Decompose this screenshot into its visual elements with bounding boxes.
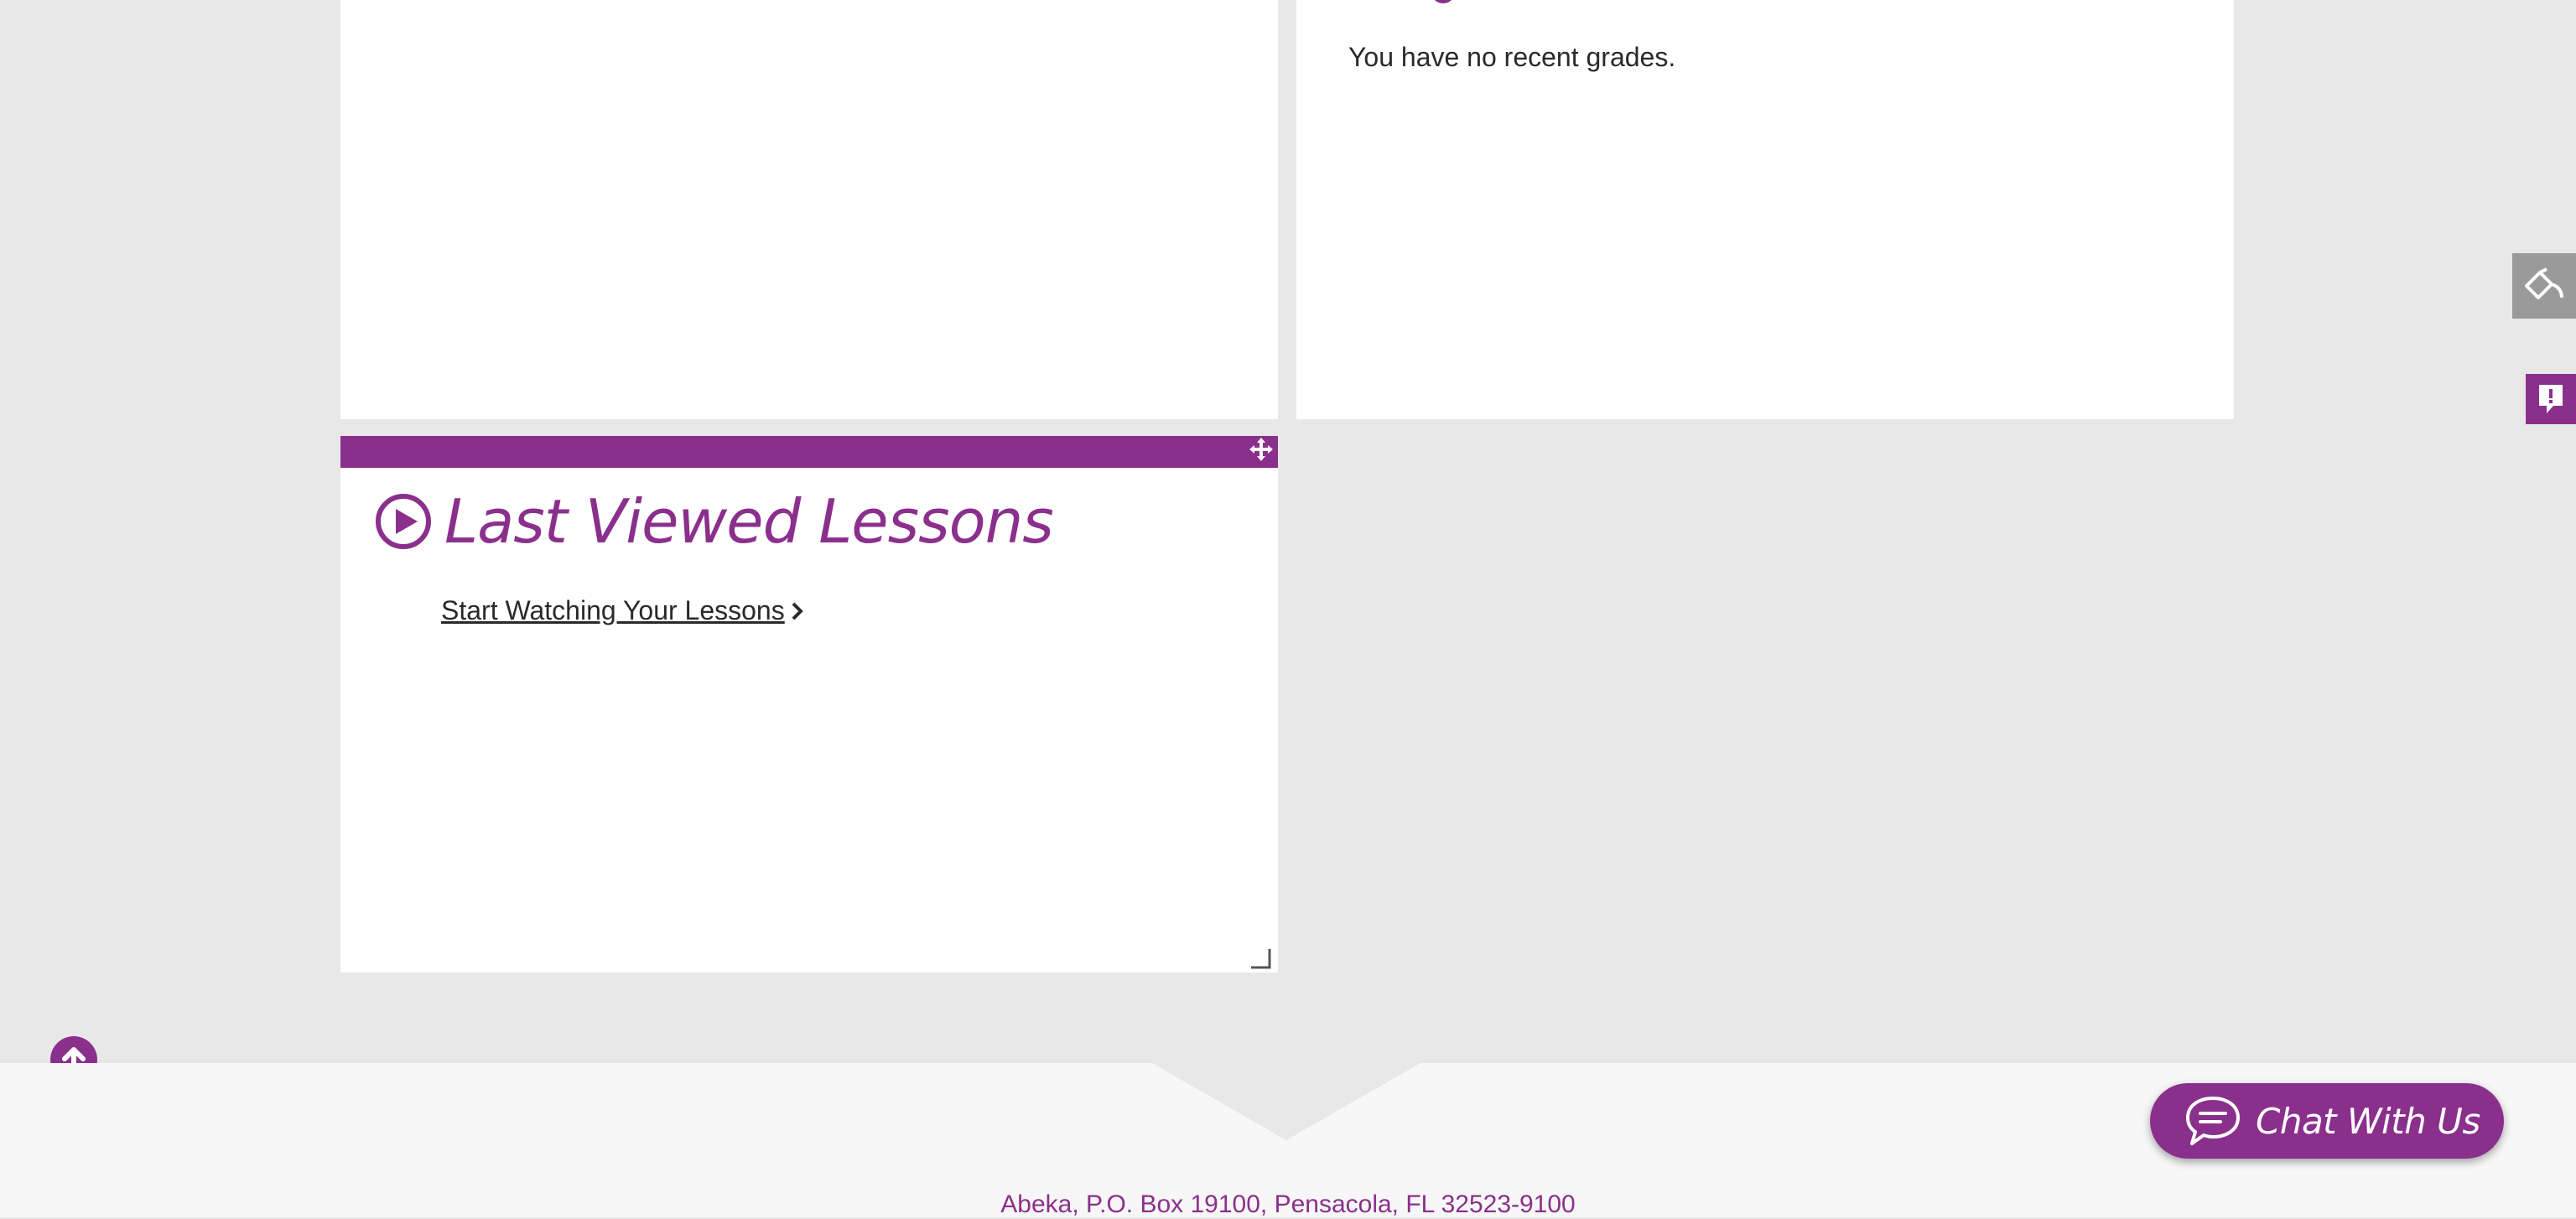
feedback-icon bbox=[2539, 385, 2563, 413]
side-feedback-button[interactable] bbox=[2526, 374, 2576, 424]
lessons-header: Last Viewed Lessons bbox=[374, 486, 1054, 557]
no-grades-message: You have no recent grades. bbox=[1348, 42, 1676, 72]
side-paint-tool-button[interactable] bbox=[2512, 253, 2576, 319]
chat-label: Chat With Us bbox=[2256, 1100, 2480, 1142]
footer-notch bbox=[1152, 1063, 1420, 1140]
chat-bubble-icon bbox=[2186, 1097, 2240, 1145]
lessons-title: Last Viewed Lessons bbox=[444, 486, 1054, 557]
dashboard-panel-left bbox=[340, 0, 1278, 419]
resize-handle-icon[interactable] bbox=[1249, 947, 1271, 969]
start-watching-link[interactable]: Start Watching Your Lessons bbox=[441, 595, 805, 626]
last-viewed-lessons-panel: Last Viewed Lessons Start Watching Your … bbox=[340, 436, 1278, 973]
chevron-right-icon bbox=[792, 602, 803, 620]
panel-drag-bar[interactable] bbox=[340, 436, 1278, 468]
start-watching-label: Start Watching Your Lessons bbox=[441, 595, 785, 625]
paint-tool-icon bbox=[2525, 267, 2563, 299]
chat-with-us-button[interactable]: Chat With Us bbox=[2150, 1083, 2504, 1159]
recent-grades-panel: You have no recent grades. bbox=[1296, 0, 2234, 419]
move-icon[interactable] bbox=[1248, 436, 1275, 463]
play-circle-icon bbox=[376, 494, 431, 549]
footer-address: Abeka, P.O. Box 19100, Pensacola, FL 325… bbox=[1000, 1190, 1576, 1218]
grades-heading-icon bbox=[1431, 0, 1456, 3]
